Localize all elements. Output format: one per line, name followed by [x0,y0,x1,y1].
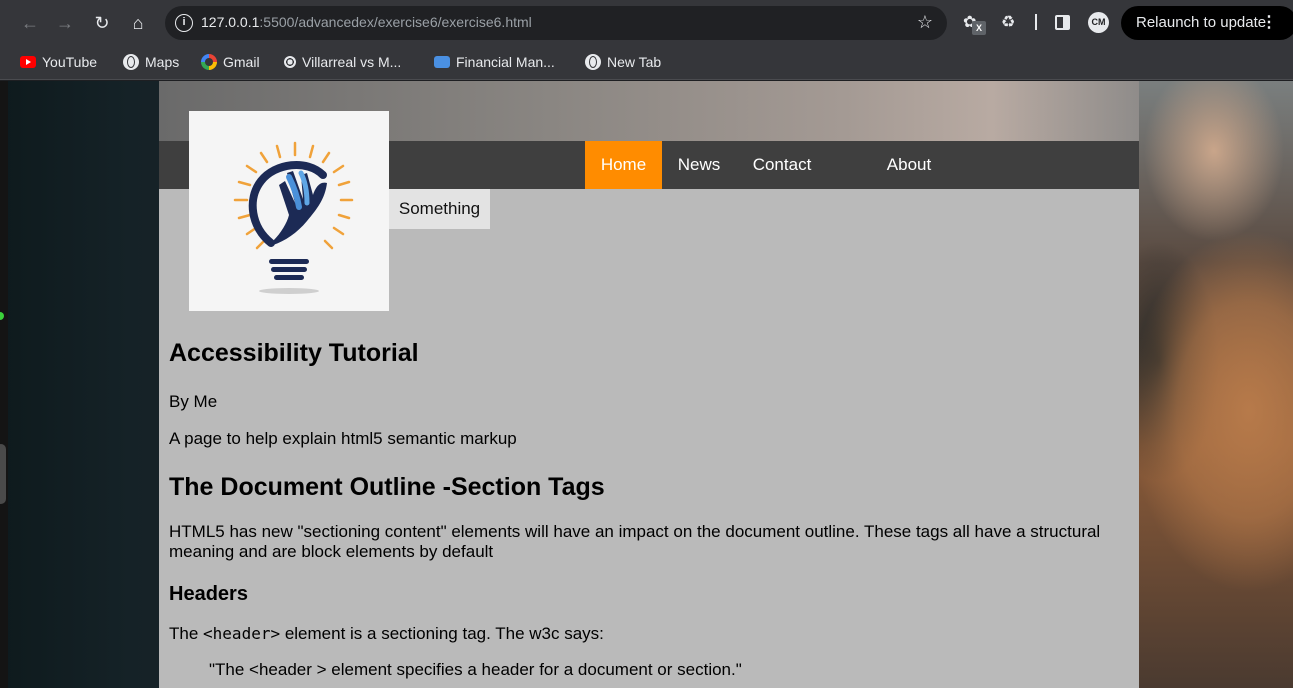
bookmark-financial[interactable]: Financial Man... [434,52,555,72]
back-icon[interactable]: ← [17,10,43,36]
section-paragraph: HTML5 has new "sectioning content" eleme… [169,522,1101,561]
desktop-edge [0,81,8,688]
menu-dots-icon[interactable]: ⋮ [1261,6,1277,40]
nav-home[interactable]: Home [585,141,662,189]
url-text[interactable]: 127.0.0.1:5500/advancedex/exercise6/exer… [201,14,532,30]
relaunch-button[interactable]: Relaunch to update ⋮ [1121,6,1293,40]
side-panel-icon[interactable] [1055,15,1070,30]
nav-about[interactable]: About [869,141,949,189]
bookmarks-bar: YouTube Maps Gmail Villarreal vs M... Fi… [0,45,1293,80]
lightbulb-hand-icon [233,141,354,294]
bookmark-gmail[interactable]: Gmail [201,52,260,72]
page-title: Accessibility Tutorial [169,339,419,367]
nav-news[interactable]: News [662,141,736,189]
w3c-quote: "The <header > element specifies a heade… [209,660,742,679]
dropdown-item-something[interactable]: Something [389,189,490,229]
section-heading: The Document Outline -Section Tags [169,473,605,501]
people-icon [434,56,450,68]
bookmark-new-tab[interactable]: New Tab [585,52,661,72]
bookmark-youtube[interactable]: YouTube [20,52,97,72]
nav-contact[interactable]: Contact [736,141,828,189]
address-bar[interactable]: i 127.0.0.1:5500/advancedex/exercise6/ex… [165,6,947,40]
google-icon [201,54,217,70]
headers-heading: Headers [169,583,248,605]
header-paragraph: The <header> element is a sectioning tag… [169,624,604,643]
extensions-puzzle-icon[interactable]: ♻ [1001,12,1015,32]
reload-icon[interactable]: ↻ [89,10,115,36]
home-icon[interactable]: ⌂ [125,10,151,36]
header-code: <header> [203,624,281,643]
globe-icon [585,54,601,70]
article-content: Accessibility Tutorial By Me A page to h… [169,339,1119,680]
globe-icon [123,54,139,70]
browser-viewport: Home News Contact About Something Access… [0,81,1293,688]
bookmark-star-icon[interactable]: ☆ [917,12,933,33]
web-page: Home News Contact About Something Access… [159,81,1139,688]
toolbar-divider [1035,14,1037,30]
status-dot [0,312,4,320]
youtube-icon [20,56,36,68]
extension-badge: X [972,21,986,35]
byline: By Me [169,392,218,411]
dock-handle [0,444,6,504]
bookmark-villarreal[interactable]: Villarreal vs M... [284,52,401,72]
site-info-icon[interactable]: i [175,14,193,32]
subtitle: A page to help explain html5 semantic ma… [169,429,517,448]
soccer-ball-icon [284,56,296,68]
forward-icon[interactable]: → [52,10,78,36]
profile-avatar[interactable]: CM [1088,12,1109,33]
background-image [1139,81,1293,688]
site-logo[interactable] [189,111,389,311]
bookmark-maps[interactable]: Maps [123,52,179,72]
browser-toolbar: ← → ↻ ⌂ i 127.0.0.1:5500/advancedex/exer… [0,0,1293,45]
